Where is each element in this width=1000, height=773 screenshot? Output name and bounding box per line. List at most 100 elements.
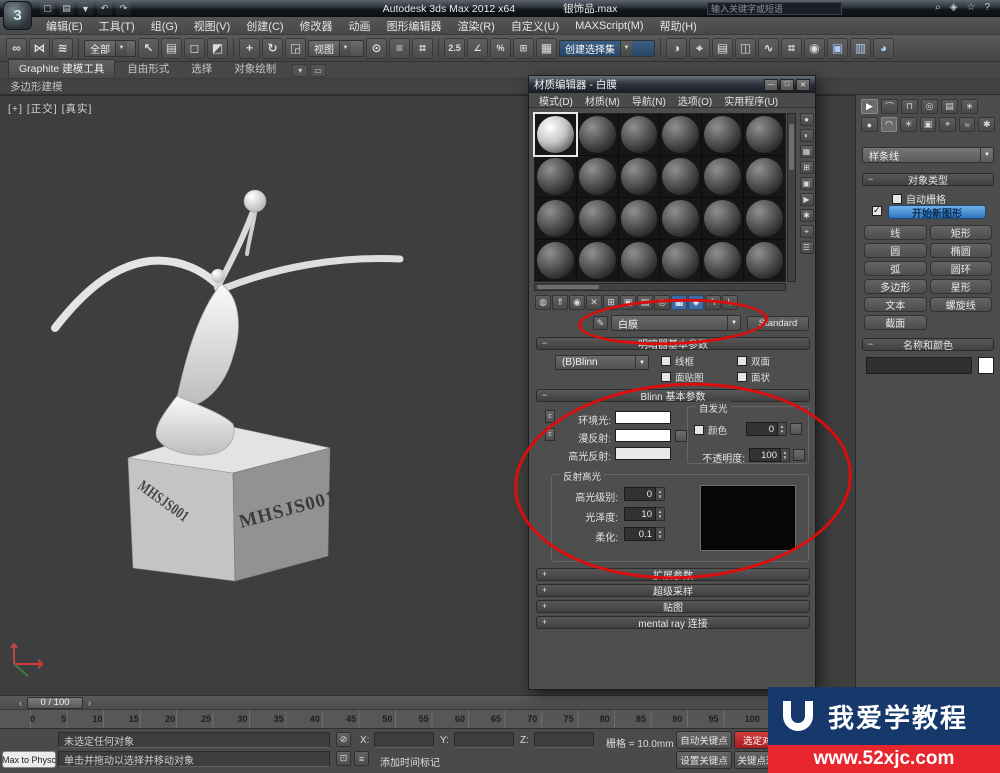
shapes-category-icon[interactable]: ◠ xyxy=(881,117,898,132)
render-setup-icon[interactable]: ▣ xyxy=(827,38,848,59)
render-production-icon[interactable]: ◕ xyxy=(873,38,894,59)
checkbox-box[interactable] xyxy=(872,206,882,216)
material-sample-slot[interactable] xyxy=(619,198,660,239)
use-pivot-point-center-icon[interactable]: ⊙ xyxy=(366,38,387,59)
infocenter-search-input[interactable]: 输入关键字或短语 xyxy=(707,2,842,15)
lock-ambient-diffuse-icon[interactable]: c xyxy=(545,410,555,423)
ambient-color-swatch[interactable] xyxy=(615,411,671,424)
cameras-category-icon[interactable]: ▣ xyxy=(920,117,937,132)
backlight-icon[interactable]: ◐ xyxy=(800,129,814,142)
menu-item[interactable]: 动画 xyxy=(341,18,379,34)
menu-item[interactable]: 自定义(U) xyxy=(503,18,567,34)
ribbon-tab[interactable]: 对象绘制 xyxy=(224,60,286,78)
hierarchy-tab-icon[interactable]: ⊓ xyxy=(901,99,918,114)
make-material-copy-icon[interactable]: ⊞ xyxy=(603,295,619,310)
reference-coordinate-combo[interactable]: 视图 xyxy=(308,40,364,57)
ribbon-tab[interactable]: 自由形式 xyxy=(117,60,179,78)
application-menu-button[interactable]: 3 xyxy=(3,1,32,30)
soften-spinner[interactable]: 0.1 xyxy=(624,527,665,541)
ribbon-tab[interactable]: Graphite 建模工具 xyxy=(8,59,115,78)
spinner-arrows-icon[interactable] xyxy=(781,448,790,462)
material-editor-icon[interactable]: ◉ xyxy=(804,38,825,59)
open-file-icon[interactable]: ▤ xyxy=(59,2,74,15)
sample-uv-tiling-icon[interactable]: ⊞ xyxy=(800,161,814,174)
chevron-down-icon[interactable] xyxy=(339,41,351,56)
put-to-library-icon[interactable]: ▤ xyxy=(637,295,653,310)
viewport-label[interactable]: [+] [正交] [真实] xyxy=(8,101,92,116)
material-sample-slot[interactable] xyxy=(535,114,576,155)
chevron-down-icon[interactable] xyxy=(635,356,648,370)
display-tab-icon[interactable]: ▤ xyxy=(941,99,958,114)
new-scene-icon[interactable]: ▢ xyxy=(40,2,55,15)
named-selection-set-combo[interactable]: 创建选择集 xyxy=(559,40,655,57)
object-type-rollout[interactable]: 对象类型 xyxy=(862,173,994,186)
material-editor-menu-item[interactable]: 模式(D) xyxy=(533,93,579,108)
help-icon[interactable]: ? xyxy=(984,2,990,13)
shape-button[interactable]: 多边形 xyxy=(864,279,927,294)
shape-class-combo[interactable]: 样条线 xyxy=(862,147,994,163)
material-sample-slot[interactable] xyxy=(577,240,618,281)
go-forward-to-sibling-icon[interactable]: ↳ xyxy=(722,295,738,310)
object-name-field[interactable] xyxy=(866,357,972,374)
mirror-icon[interactable]: ◑ xyxy=(666,38,687,59)
material-sample-slot[interactable] xyxy=(535,240,576,281)
ribbon-options-icon[interactable]: ▾ xyxy=(292,64,308,77)
reset-map-icon[interactable]: ✕ xyxy=(586,295,602,310)
material-sample-slot[interactable] xyxy=(535,198,576,239)
next-frame-arrow[interactable]: › xyxy=(83,697,96,709)
material-sample-slot[interactable] xyxy=(702,198,743,239)
material-type-button[interactable]: Standard xyxy=(747,316,809,331)
max-to-physique-button[interactable]: Max to Physc xyxy=(2,751,56,768)
opacity-spinner[interactable]: 100 xyxy=(749,448,790,462)
close-button[interactable]: ✕ xyxy=(796,79,810,91)
time-slider-handle[interactable]: 0 / 100 xyxy=(27,697,83,709)
specular-color-swatch[interactable] xyxy=(615,447,671,460)
set-key-button[interactable]: 设置关键点 xyxy=(676,751,732,769)
maximize-button[interactable]: □ xyxy=(780,79,794,91)
shader-flag-checkbox[interactable]: 线框 xyxy=(661,354,733,368)
selfillum-color-checkbox[interactable]: 颜色 xyxy=(694,423,727,437)
glossiness-spinner[interactable]: 10 xyxy=(624,507,665,521)
menu-item[interactable]: 视图(V) xyxy=(186,18,239,34)
sample-horizontal-scrollbar[interactable] xyxy=(534,283,786,291)
angle-snap-icon[interactable]: ∠ xyxy=(467,38,488,59)
make-preview-icon[interactable]: ▶ xyxy=(800,193,814,206)
graphite-toggle-icon[interactable]: ◫ xyxy=(735,38,756,59)
shader-basic-params-rollout[interactable]: 明暗器基本参数 xyxy=(536,337,810,350)
motion-tab-icon[interactable]: ◎ xyxy=(921,99,938,114)
sample-vertical-scrollbar[interactable] xyxy=(787,113,796,282)
create-tab-icon[interactable]: ▶ xyxy=(861,99,878,114)
chevron-down-icon[interactable] xyxy=(620,41,632,56)
selfillum-spinner[interactable]: 0 xyxy=(746,422,787,436)
get-material-icon[interactable]: ◍ xyxy=(535,295,551,310)
checkbox-box[interactable] xyxy=(661,356,671,366)
chevron-down-icon[interactable] xyxy=(980,148,993,162)
object-color-swatch[interactable] xyxy=(978,357,994,374)
align-icon[interactable]: ⌖ xyxy=(689,38,710,59)
shape-button[interactable]: 矩形 xyxy=(930,225,993,240)
material-sample-slot[interactable] xyxy=(702,240,743,281)
shader-flag-checkbox[interactable]: 面状 xyxy=(737,370,809,384)
name-color-rollout[interactable]: 名称和颜色 xyxy=(862,338,994,351)
material-sample-slot[interactable] xyxy=(702,114,743,155)
put-material-to-scene-icon[interactable]: ⇑ xyxy=(552,295,568,310)
menu-item[interactable]: 帮助(H) xyxy=(652,18,705,34)
selfillum-map-button[interactable] xyxy=(790,423,802,435)
material-sample-slot[interactable] xyxy=(577,198,618,239)
chevron-down-icon[interactable] xyxy=(727,316,740,330)
select-by-name-icon[interactable]: ▤ xyxy=(161,38,182,59)
checkbox-box[interactable] xyxy=(737,372,747,382)
save-file-icon[interactable]: ▼ xyxy=(78,2,93,15)
lock-diffuse-specular-icon[interactable]: c xyxy=(545,428,555,441)
shape-button[interactable]: 椭圆 xyxy=(930,243,993,258)
sample-type-icon[interactable]: ● xyxy=(800,113,814,126)
space-warps-category-icon[interactable]: ≈ xyxy=(959,117,976,132)
material-sample-slot[interactable] xyxy=(744,114,785,155)
snaps-toggle-icon[interactable]: 2.5 xyxy=(444,38,465,59)
add-time-tag[interactable]: 添加时间标记 xyxy=(380,754,440,769)
shader-flag-checkbox[interactable]: 面贴图 xyxy=(661,370,733,384)
menu-item[interactable]: 创建(C) xyxy=(238,18,291,34)
material-sample-slot[interactable] xyxy=(744,156,785,197)
window-crossing-icon[interactable]: ◩ xyxy=(207,38,228,59)
rollout-header[interactable]: 扩展参数 xyxy=(536,568,810,581)
